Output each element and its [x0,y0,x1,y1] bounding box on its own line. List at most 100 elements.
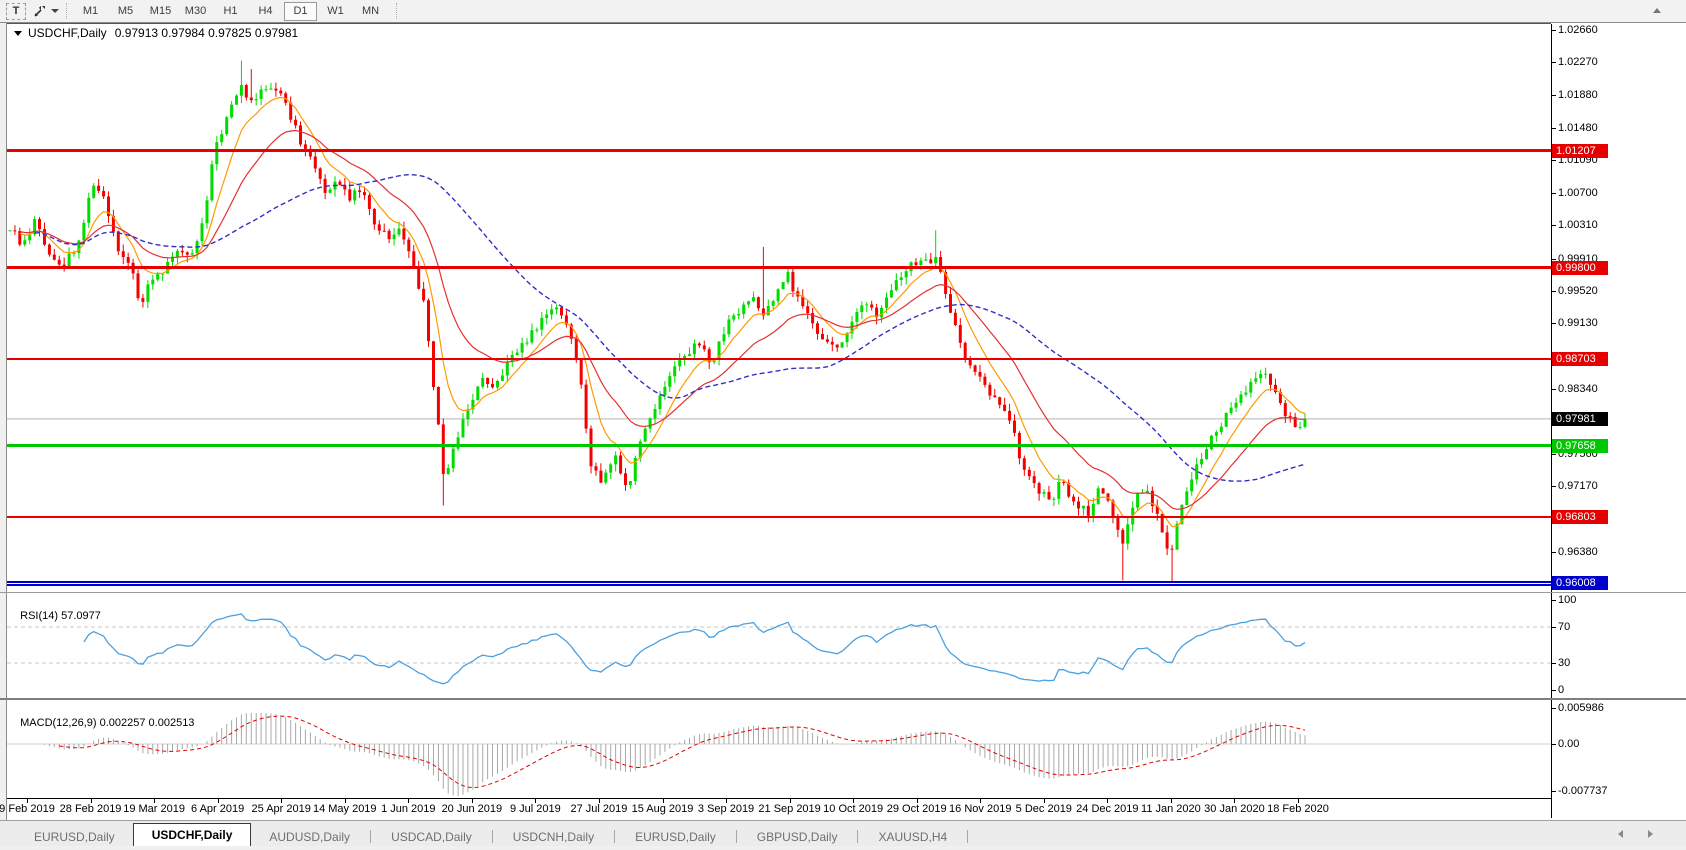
scroll-up-icon[interactable] [1653,8,1661,13]
tab-usdcad-daily[interactable]: USDCAD,Daily [373,827,490,847]
bottom-strip [0,846,1686,850]
price-tick-label: 0.98340 [1558,383,1598,396]
rsi-axis-label: 0 [1558,684,1564,697]
date-label: 3 Sep 2019 [698,803,754,815]
price-badge-0.96008: 0.96008 [1552,576,1608,590]
macd-axis-label: 0.00 [1558,738,1579,751]
timeframe-m30[interactable]: M30 [179,2,212,21]
price-tick-label: 0.99130 [1558,317,1598,330]
date-label: 9 Jul 2019 [510,803,561,815]
tab-separator [857,830,858,843]
date-label: 14 May 2019 [313,803,377,815]
macd-panel-label: MACD(12,26,9) 0.002257 0.002513 [14,705,194,729]
price-badge-0.97658: 0.97658 [1552,439,1608,453]
date-label: 5 Dec 2019 [1016,803,1072,815]
date-label: 28 Feb 2019 [60,803,122,815]
tab-strip: EURUSD,DailyUSDCHF,DailyAUDUSD,DailyUSDC… [0,821,970,847]
horizontal-level-line[interactable] [7,444,1551,447]
tab-separator [492,830,493,843]
date-label: 21 Sep 2019 [758,803,820,815]
date-label: 16 Nov 2019 [949,803,1011,815]
date-label: 25 Apr 2019 [252,803,311,815]
price-tick [1551,323,1556,324]
macd-axis-tick [1551,708,1556,709]
price-tick [1551,454,1556,455]
macd-values: 0.002257 0.002513 [100,717,195,729]
rsi-axis-tick [1551,663,1556,664]
price-badge-0.97981: 0.97981 [1552,412,1608,426]
rsi-axis-label: 100 [1558,594,1576,607]
tab-xauusd-h4[interactable]: XAUUSD,H4 [860,827,965,847]
macd-axis-label: -0.007737 [1558,785,1608,798]
date-label: 18 Feb 2020 [1267,803,1329,815]
timeframe-d1[interactable]: D1 [284,2,317,21]
chevron-down-icon [51,9,59,13]
panel-splitter-rsi[interactable] [0,592,1686,593]
tab-audusd-daily[interactable]: AUDUSD,Daily [251,827,368,847]
tab-scroll-right-button[interactable] [1648,830,1653,838]
main-chart-canvas[interactable] [7,24,1551,592]
price-tick [1551,95,1556,96]
price-tick [1551,552,1556,553]
price-tick-label: 0.96380 [1558,546,1598,559]
price-tick-label: 0.99520 [1558,285,1598,298]
timeframe-m5[interactable]: M5 [109,2,142,21]
text-tool-icon: T [6,3,26,20]
timeframe-h4[interactable]: H4 [249,2,282,21]
rsi-label: RSI(14) [20,610,58,622]
tab-usdchf-daily[interactable]: USDCHF,Daily [133,823,252,847]
horizontal-level-line[interactable] [7,266,1551,269]
tab-eurusd-daily[interactable]: EURUSD,Daily [16,827,133,847]
rsi-axis-label: 70 [1558,621,1570,634]
text-tool-button[interactable]: T [6,2,26,20]
price-tick [1551,160,1556,161]
tab-usdcnh-daily[interactable]: USDCNH,Daily [495,827,612,847]
rsi-axis-tick [1551,690,1556,691]
tab-eurusd-daily[interactable]: EURUSD,Daily [617,827,734,847]
date-label: 19 Mar 2019 [123,803,185,815]
price-badge-1.01207: 1.01207 [1552,144,1608,158]
price-tick [1551,30,1556,31]
rsi-axis-tick [1551,600,1556,601]
date-axis-line [7,798,1551,799]
tab-gbpusd-daily[interactable]: GBPUSD,Daily [739,827,856,847]
date-label: 9 Feb 2019 [0,803,55,815]
price-tick [1551,291,1556,292]
date-label: 29 Oct 2019 [887,803,947,815]
price-tick-label: 1.02270 [1558,56,1598,69]
horizontal-level-line[interactable] [7,149,1551,152]
arrange-tool-button[interactable] [32,2,59,20]
date-label: 15 Aug 2019 [632,803,694,815]
price-tick [1551,128,1556,129]
rsi-canvas[interactable] [7,593,1551,698]
timeframe-mn[interactable]: MN [354,2,387,21]
price-tick [1551,259,1556,260]
macd-canvas[interactable] [7,701,1551,798]
rsi-axis-label: 30 [1558,657,1570,670]
tab-bar: EURUSD,DailyUSDCHF,DailyAUDUSD,DailyUSDC… [0,820,1686,847]
price-tick-label: 1.00310 [1558,219,1598,232]
macd-axis-label: 0.005986 [1558,702,1604,715]
timeframe-m15[interactable]: M15 [144,2,177,21]
macd-axis-tick [1551,744,1556,745]
price-tick-label: 0.97170 [1558,480,1598,493]
rsi-panel-label: RSI(14) 57.0977 [14,598,101,622]
price-tick [1551,62,1556,63]
rsi-value: 57.0977 [61,610,101,622]
tab-scroll-left-button[interactable] [1618,830,1623,838]
timeframe-m1[interactable]: M1 [74,2,107,21]
toolbar: T M1M5M15M30H1H4D1W1MN [0,0,1686,23]
timeframe-w1[interactable]: W1 [319,2,352,21]
date-label: 11 Jan 2020 [1141,803,1201,815]
date-label: 10 Oct 2019 [823,803,883,815]
tab-separator [736,830,737,843]
tab-separator [967,830,968,843]
price-tick [1551,193,1556,194]
timeframe-h1[interactable]: H1 [214,2,247,21]
horizontal-level-line[interactable] [7,516,1551,518]
date-label: 20 Jun 2019 [442,803,503,815]
horizontal-level-line-double[interactable] [7,581,1551,586]
horizontal-level-line[interactable] [7,358,1551,360]
price-badge-0.98703: 0.98703 [1552,352,1608,366]
panel-splitter-macd[interactable] [0,698,1686,700]
